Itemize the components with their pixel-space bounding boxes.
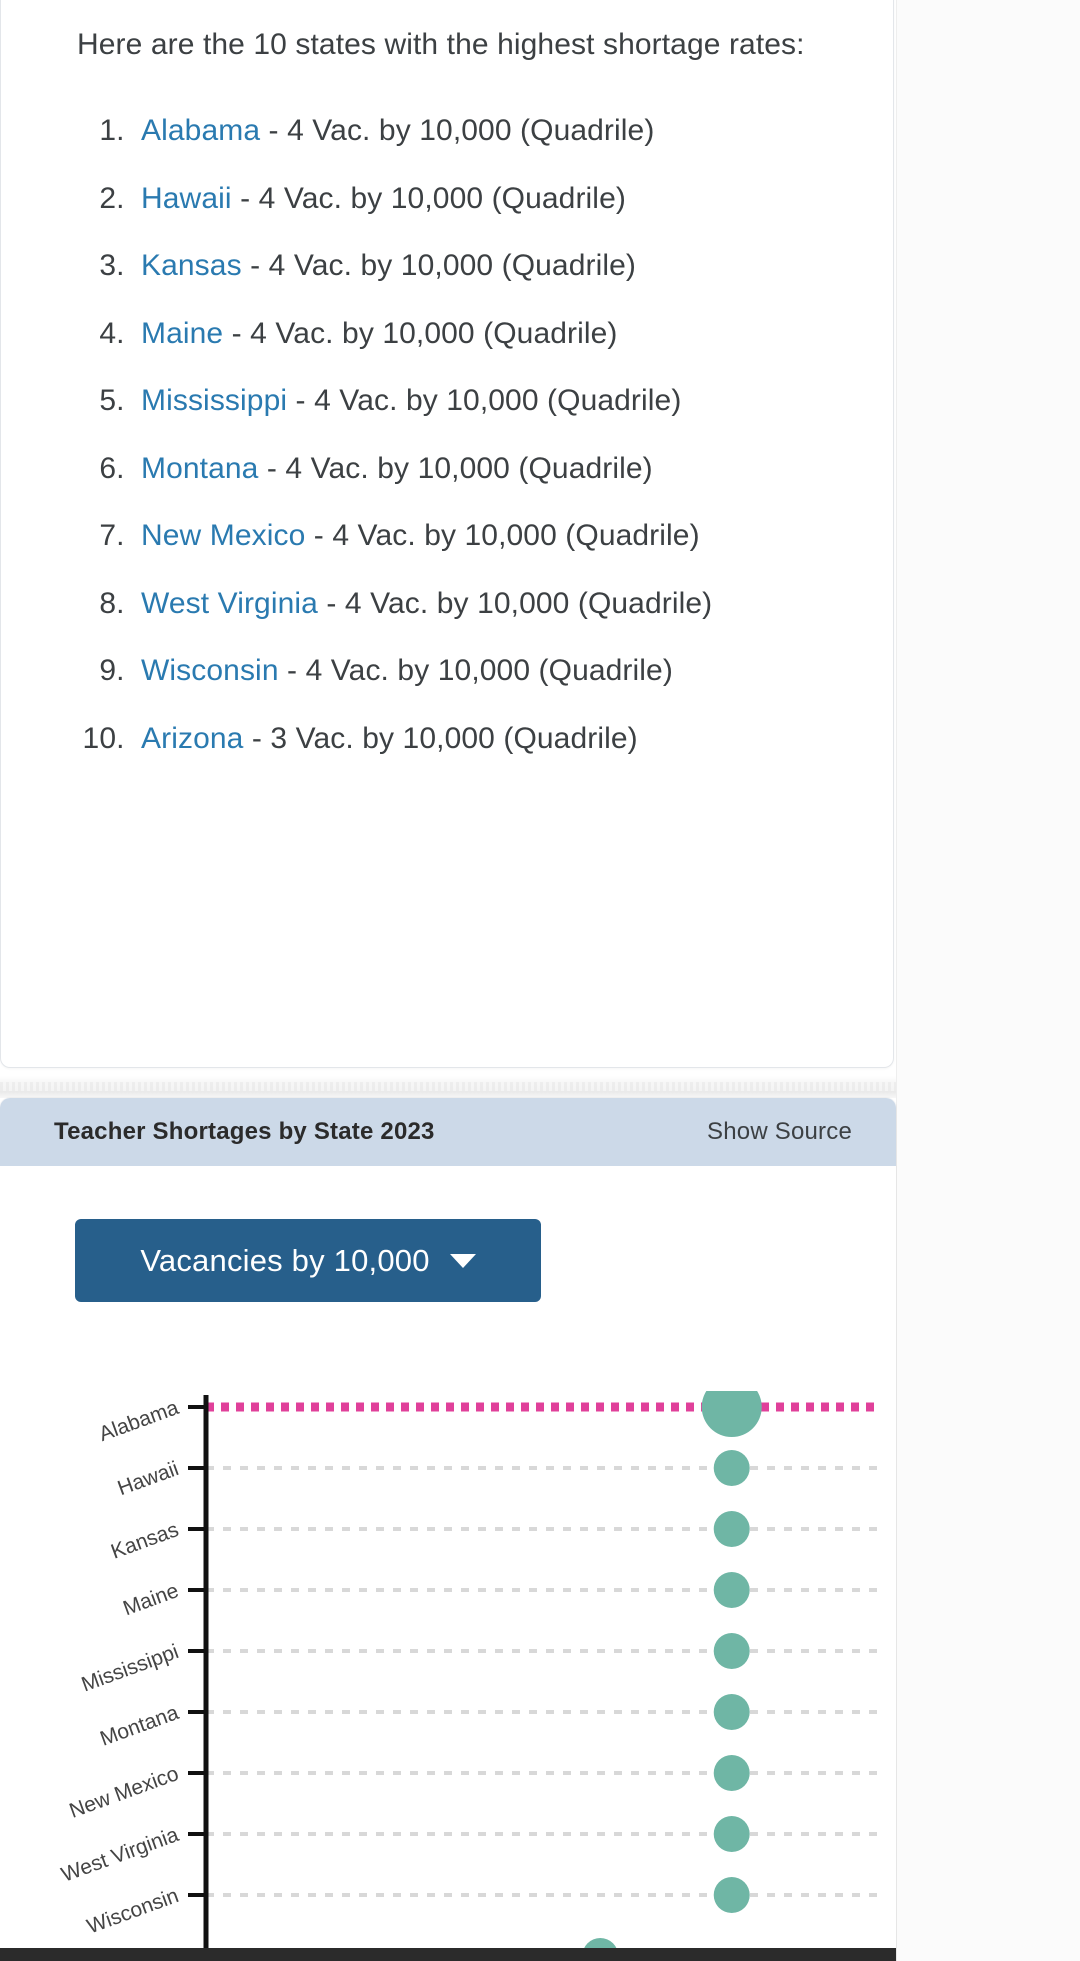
list-item: Alabama - 4 Vac. by 10,000 (Quadrile): [133, 97, 837, 165]
list-item: Maine - 4 Vac. by 10,000 (Quadrile): [133, 300, 837, 368]
y-axis-category-label: Maine: [120, 1579, 182, 1620]
chart-widget: Teacher Shortages by State 2023 Show Sou…: [0, 1098, 896, 1961]
state-detail-text: - 4 Vac. by 10,000 (Quadrile): [317, 586, 713, 620]
scatter-plot-svg: Alabama Hawaii Kansas Maine MississippiMonta…: [58, 1391, 880, 1961]
list-item: West Virginia - 4 Vac. by 10,000 (Quadri…: [133, 570, 837, 638]
answer-card: Here are the 10 states with the highest …: [0, 0, 894, 1068]
metric-dropdown-label: Vacancies by 10,000: [140, 1242, 430, 1278]
data-point[interactable]: [713, 1511, 750, 1547]
state-detail-text: - 4 Vac. by 10,000 (Quadrile): [287, 384, 682, 418]
scroll-seam-divider: [0, 1076, 896, 1098]
state-link[interactable]: Mississippi: [141, 384, 287, 417]
y-axis-category-label: Alabama: [96, 1396, 182, 1446]
list-item: Mississippi - 4 Vac. by 10,000 (Quadrile…: [133, 367, 837, 435]
state-link[interactable]: Arizona: [141, 722, 243, 755]
state-detail-text: - 4 Vac. by 10,000 (Quadrile): [305, 519, 700, 553]
chart-body: Vacancies by 10,000 Alabama Hawaii Kansas M…: [0, 1166, 896, 1961]
y-axis-category-label: Montana: [97, 1701, 182, 1751]
list-item: New Mexico - 4 Vac. by 10,000 (Quadrile): [133, 502, 837, 570]
y-axis-category-label: Mississippi: [78, 1640, 181, 1696]
ranked-state-list: Alabama - 4 Vac. by 10,000 (Quadrile)Haw…: [77, 97, 837, 772]
show-source-link[interactable]: Show Source: [707, 1118, 852, 1146]
state-link[interactable]: Maine: [141, 317, 223, 350]
metric-dropdown-button[interactable]: Vacancies by 10,000: [75, 1219, 541, 1302]
data-point[interactable]: [713, 1450, 750, 1486]
list-item: Hawaii - 4 Vac. by 10,000 (Quadrile): [133, 165, 837, 233]
answer-intro-text: Here are the 10 states with the highest …: [77, 28, 805, 61]
chart-title: Teacher Shortages by State 2023: [54, 1118, 435, 1145]
y-axis-category-label: West Virginia: [58, 1823, 182, 1887]
state-link[interactable]: Alabama: [141, 114, 260, 147]
data-point[interactable]: [713, 1694, 750, 1730]
state-detail-text: - 4 Vac. by 10,000 (Quadrile): [223, 316, 618, 350]
data-point[interactable]: [701, 1391, 762, 1437]
y-axis-category-label: Kansas: [108, 1518, 182, 1564]
state-link[interactable]: Kansas: [141, 249, 242, 282]
chart-header: Teacher Shortages by State 2023 Show Sou…: [0, 1098, 896, 1166]
y-axis-category-label: Wisconsin: [84, 1884, 182, 1938]
y-axis-category-label: New Mexico: [66, 1762, 181, 1823]
state-link[interactable]: New Mexico: [141, 519, 305, 552]
data-point[interactable]: [713, 1816, 750, 1852]
data-point[interactable]: [713, 1877, 750, 1913]
state-detail-text: - 3 Vac. by 10,000 (Quadrile): [243, 721, 638, 755]
state-detail-text: - 4 Vac. by 10,000 (Quadrile): [258, 451, 653, 485]
list-item: Kansas - 4 Vac. by 10,000 (Quadrile): [133, 232, 837, 300]
state-detail-text: - 4 Vac. by 10,000 (Quadrile): [278, 654, 673, 688]
data-point[interactable]: [713, 1755, 750, 1791]
state-link[interactable]: West Virginia: [141, 587, 318, 620]
data-point[interactable]: [713, 1572, 750, 1608]
chevron-down-icon: [449, 1253, 476, 1268]
content-column: Here are the 10 states with the highest …: [0, 0, 896, 1961]
page-background-gutter: [896, 0, 1080, 1961]
state-link[interactable]: Wisconsin: [141, 654, 279, 687]
state-detail-text: - 4 Vac. by 10,000 (Quadrile): [241, 249, 636, 283]
state-detail-text: - 4 Vac. by 10,000 (Quadrile): [231, 181, 626, 215]
state-detail-text: - 4 Vac. by 10,000 (Quadrile): [260, 114, 655, 148]
screenshot-root: Here are the 10 states with the highest …: [0, 0, 1080, 1961]
data-point[interactable]: [713, 1633, 750, 1669]
y-axis-category-label: Hawaii: [115, 1457, 182, 1500]
list-item: Wisconsin - 4 Vac. by 10,000 (Quadrile): [133, 637, 837, 705]
list-item: Montana - 4 Vac. by 10,000 (Quadrile): [133, 435, 837, 503]
bottom-page-strip: [0, 1948, 896, 1961]
list-item: Arizona - 3 Vac. by 10,000 (Quadrile): [133, 705, 837, 773]
state-link[interactable]: Montana: [141, 452, 258, 485]
chart-plot-area: Alabama Hawaii Kansas Maine Mississippi Monta…: [0, 1391, 896, 1961]
state-link[interactable]: Hawaii: [141, 182, 232, 215]
